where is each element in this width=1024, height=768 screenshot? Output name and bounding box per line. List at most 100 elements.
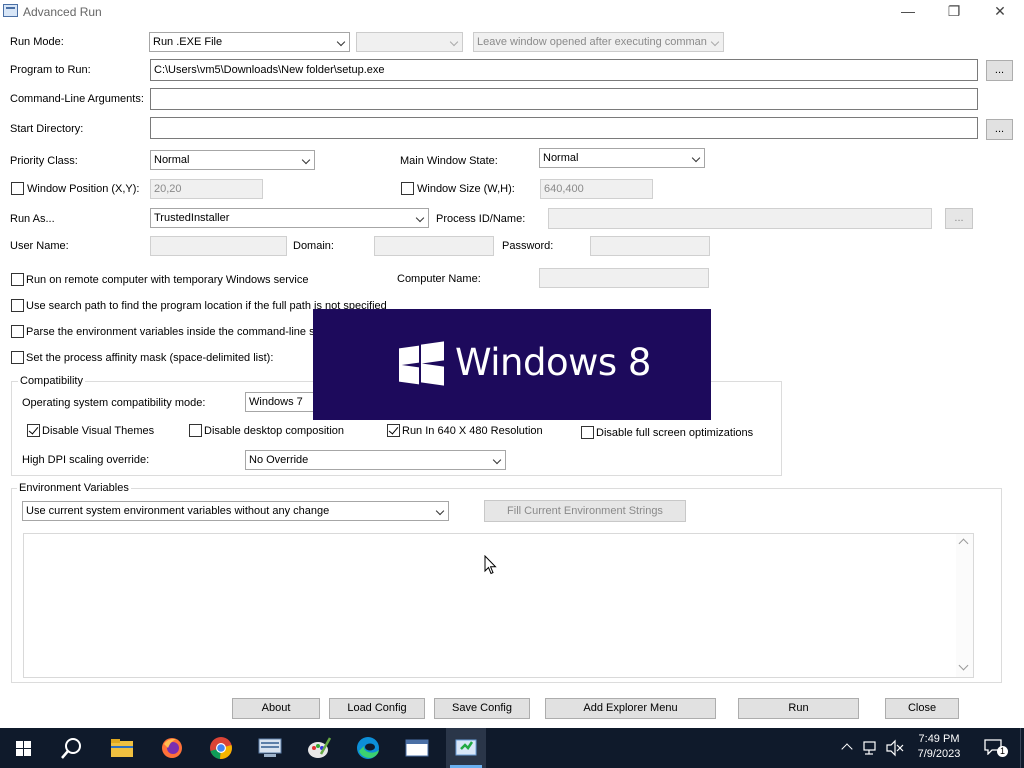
- chevron-down-icon: [691, 153, 701, 163]
- clock[interactable]: 7:49 PM 7/9/2023: [912, 728, 966, 768]
- network-app-icon[interactable]: [256, 734, 284, 762]
- chevron-down-icon: [435, 506, 445, 516]
- chevron-down-icon: [710, 37, 720, 47]
- scroll-up-icon[interactable]: [958, 538, 969, 549]
- affinity-label: Set the process affinity mask (space-del…: [26, 352, 274, 364]
- window-size-checkbox[interactable]: [401, 182, 414, 195]
- minimize-button[interactable]: —: [885, 0, 931, 24]
- network-icon[interactable]: [862, 739, 880, 757]
- computer-name-label: Computer Name:: [397, 273, 481, 285]
- file-explorer-icon[interactable]: [108, 734, 136, 762]
- chevron-down-icon: [415, 213, 425, 223]
- chevron-down-icon: [336, 37, 346, 47]
- main-state-select[interactable]: Normal: [539, 148, 705, 168]
- run-mode-label: Run Mode:: [10, 36, 64, 48]
- high-dpi-value: No Override: [249, 454, 309, 466]
- disable-desktop-checkbox[interactable]: [189, 424, 202, 437]
- taskbar: 7:49 PM 7/9/2023 1: [0, 728, 1024, 768]
- about-button[interactable]: About: [232, 698, 320, 719]
- remote-computer-checkbox[interactable]: [11, 273, 24, 286]
- disable-fullscreen-label: Disable full screen optimizations: [596, 427, 754, 439]
- password-input[interactable]: [590, 236, 710, 256]
- save-config-button[interactable]: Save Config: [434, 698, 530, 719]
- window-position-input[interactable]: 20,20: [150, 179, 263, 199]
- maximize-button[interactable]: ❐: [931, 0, 977, 24]
- banner-text: Windows 8: [455, 341, 651, 384]
- window-size-input[interactable]: 640,400: [540, 179, 653, 199]
- windows-8-banner: Windows 8: [313, 309, 711, 420]
- advanced-run-taskbar-item[interactable]: [446, 728, 486, 768]
- clock-date: 7/9/2023: [917, 748, 961, 760]
- password-label: Password:: [502, 240, 554, 252]
- parse-env-label: Parse the environment variables inside t…: [26, 326, 318, 338]
- paint-icon[interactable]: [305, 734, 333, 762]
- mouse-cursor-icon: [484, 555, 497, 575]
- start-icon[interactable]: [10, 734, 38, 762]
- disable-fullscreen-checkbox[interactable]: [581, 426, 594, 439]
- high-dpi-select[interactable]: No Override: [245, 450, 506, 470]
- domain-label: Domain:: [293, 240, 334, 252]
- edge-icon[interactable]: [354, 734, 382, 762]
- chrome-icon[interactable]: [207, 734, 235, 762]
- program-label: Program to Run:: [10, 64, 91, 76]
- leave-window-value: Leave window opened after executing comm…: [477, 36, 707, 48]
- affinity-checkbox[interactable]: [11, 351, 24, 364]
- run-mode-select[interactable]: Run .EXE File: [149, 32, 350, 52]
- run-mode-extra-select[interactable]: [356, 32, 463, 52]
- priority-select[interactable]: Normal: [150, 150, 315, 170]
- chevron-up-icon: [841, 743, 853, 755]
- main-state-value: Normal: [543, 152, 579, 164]
- window-position-checkbox[interactable]: [11, 182, 24, 195]
- leave-window-select[interactable]: Leave window opened after executing comm…: [473, 32, 724, 52]
- app-icon: [3, 4, 18, 17]
- run-640-label: Run In 640 X 480 Resolution: [402, 425, 543, 437]
- args-input[interactable]: [150, 88, 978, 110]
- compatibility-group-title: Compatibility: [18, 375, 85, 387]
- fill-env-button[interactable]: Fill Current Environment Strings: [484, 500, 686, 522]
- env-mode-select[interactable]: Use current system environment variables…: [22, 501, 449, 521]
- close-button[interactable]: Close: [885, 698, 959, 719]
- process-id-label: Process ID/Name:: [436, 213, 526, 225]
- browse-start-dir-button[interactable]: ...: [986, 119, 1013, 140]
- priority-value: Normal: [154, 154, 190, 166]
- run-640-checkbox[interactable]: [387, 424, 400, 437]
- close-window-button[interactable]: ✕: [977, 0, 1023, 24]
- show-desktop-button[interactable]: [1020, 728, 1024, 768]
- environment-group-title: Environment Variables: [17, 482, 131, 494]
- run-as-select[interactable]: TrustedInstaller: [150, 208, 429, 228]
- notifications-button[interactable]: 1: [982, 728, 1010, 768]
- disable-themes-label: Disable Visual Themes: [42, 425, 155, 437]
- env-textarea[interactable]: [23, 533, 974, 678]
- run-button[interactable]: Run: [738, 698, 859, 719]
- chevron-down-icon: [301, 155, 311, 165]
- load-config-button[interactable]: Load Config: [329, 698, 425, 719]
- os-compat-label: Operating system compatibility mode:: [22, 397, 206, 409]
- volume-muted-icon[interactable]: [885, 739, 905, 757]
- os-compat-value: Windows 7: [249, 396, 303, 408]
- domain-input[interactable]: [374, 236, 494, 256]
- window-app-icon[interactable]: [403, 734, 431, 762]
- env-scrollbar[interactable]: [956, 534, 973, 677]
- disable-themes-checkbox[interactable]: [27, 424, 40, 437]
- disable-desktop-label: Disable desktop composition: [204, 425, 345, 437]
- add-explorer-menu-button[interactable]: Add Explorer Menu: [545, 698, 716, 719]
- browse-program-button[interactable]: ...: [986, 60, 1013, 81]
- process-id-input[interactable]: [548, 208, 932, 229]
- program-input[interactable]: C:\Users\vm5\Downloads\New folder\setup.…: [150, 59, 978, 81]
- windows-logo-icon: [399, 341, 444, 386]
- computer-name-input[interactable]: [539, 268, 709, 288]
- show-hidden-icons[interactable]: [838, 728, 858, 768]
- search-icon[interactable]: [58, 734, 86, 762]
- browse-process-button[interactable]: ...: [945, 208, 973, 229]
- run-mode-value: Run .EXE File: [153, 36, 223, 48]
- firefox-icon[interactable]: [158, 734, 186, 762]
- user-name-input[interactable]: [150, 236, 287, 256]
- scroll-down-icon[interactable]: [958, 660, 969, 671]
- start-dir-input[interactable]: [150, 117, 978, 139]
- parse-env-checkbox[interactable]: [11, 325, 24, 338]
- title-bar: Advanced Run — ❐ ✕: [0, 0, 1024, 24]
- clock-time: 7:49 PM: [918, 733, 960, 745]
- remote-computer-label: Run on remote computer with temporary Wi…: [26, 274, 309, 286]
- run-as-value: TrustedInstaller: [154, 212, 230, 224]
- search-path-checkbox[interactable]: [11, 299, 24, 312]
